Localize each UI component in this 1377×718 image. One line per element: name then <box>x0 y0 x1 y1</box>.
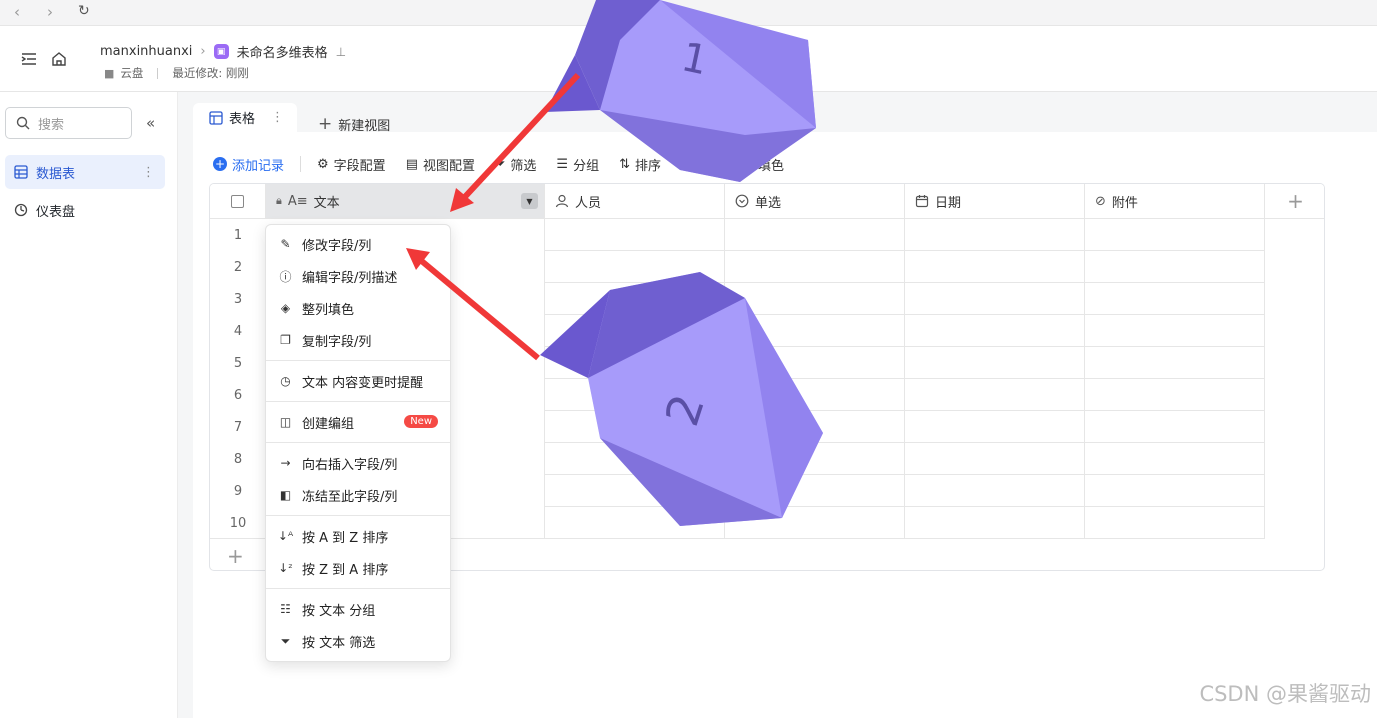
watermark: CSDN @果酱驱动 <box>1199 682 1371 706</box>
die-1-graphic: 1 <box>545 0 816 182</box>
annotation-overlay: 1 2 <box>406 0 823 526</box>
arrow-2 <box>406 248 540 361</box>
arrow-1 <box>450 72 581 212</box>
die-2-graphic: 2 <box>540 272 823 526</box>
